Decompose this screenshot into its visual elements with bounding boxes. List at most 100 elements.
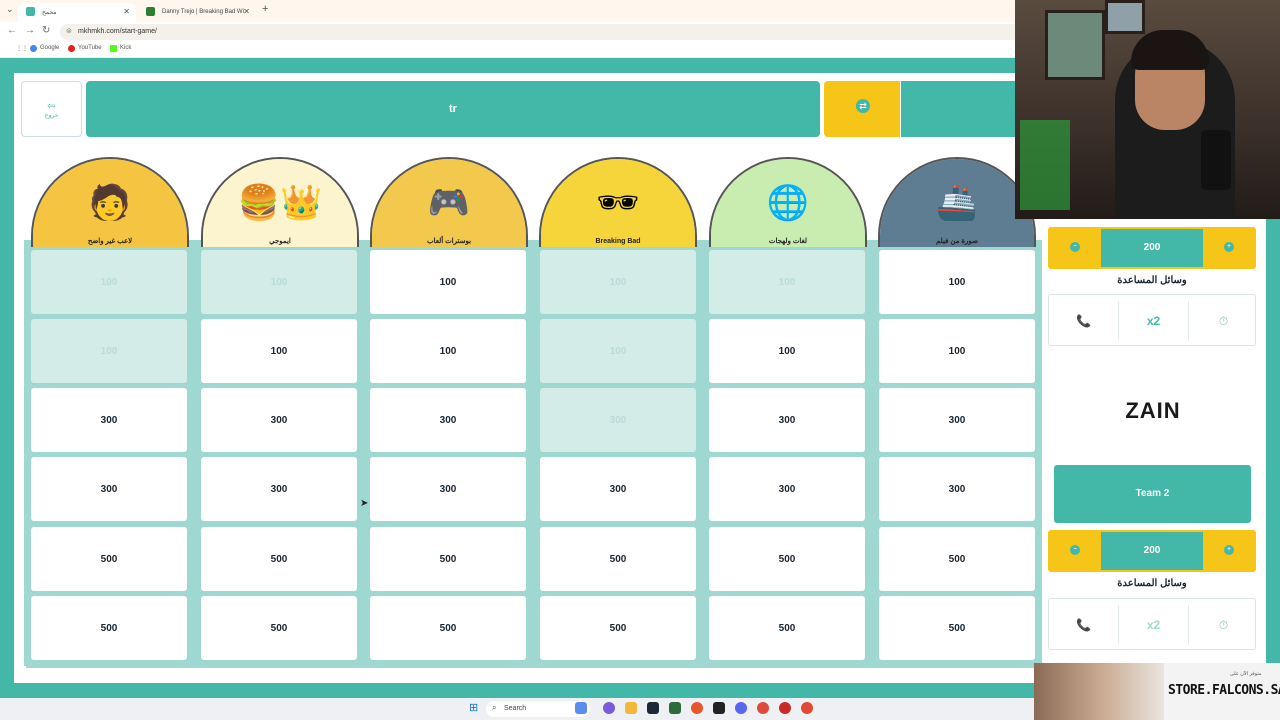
current-team-bar: tr bbox=[86, 81, 820, 137]
close-icon[interactable]: ✕ bbox=[123, 7, 130, 16]
team2-header: Team 2 bbox=[1054, 465, 1251, 523]
file-explorer-icon[interactable] bbox=[625, 702, 637, 714]
bookmark-google[interactable]: Google bbox=[30, 45, 59, 52]
plus-icon[interactable]: + bbox=[1224, 242, 1234, 252]
question-cell[interactable]: 500 bbox=[879, 527, 1035, 591]
question-cell[interactable]: 100 bbox=[201, 319, 357, 383]
question-cell: 100 bbox=[31, 250, 187, 314]
question-cell[interactable]: 500 bbox=[879, 596, 1035, 660]
question-cell[interactable]: 300 bbox=[370, 388, 526, 452]
turn-switch-button[interactable]: ⇄ bbox=[824, 81, 900, 137]
question-cell[interactable]: 300 bbox=[709, 457, 865, 521]
wall-frame bbox=[1105, 0, 1145, 34]
new-tab-icon[interactable]: + bbox=[262, 3, 268, 15]
question-cell[interactable]: 100 bbox=[370, 250, 526, 314]
question-cell[interactable]: 300 bbox=[879, 457, 1035, 521]
question-cell[interactable]: 500 bbox=[201, 596, 357, 660]
chrome-icon[interactable] bbox=[757, 702, 769, 714]
question-cell[interactable]: 300 bbox=[31, 457, 187, 521]
windows-start-icon[interactable]: ⊞ bbox=[469, 702, 481, 714]
double-points-aid[interactable]: x2 bbox=[1119, 307, 1188, 335]
question-cell[interactable]: 300 bbox=[370, 457, 526, 521]
app-icon[interactable] bbox=[669, 702, 681, 714]
question-cell[interactable]: 500 bbox=[540, 527, 696, 591]
question-cell[interactable]: 500 bbox=[370, 527, 526, 591]
question-cell[interactable]: 100 bbox=[879, 250, 1035, 314]
forward-icon[interactable]: → bbox=[25, 25, 35, 36]
bookmarks-apps-icon[interactable]: ⋮⋮ bbox=[6, 45, 28, 52]
firefox-icon[interactable] bbox=[691, 702, 703, 714]
steam-icon[interactable] bbox=[647, 702, 659, 714]
question-cell[interactable]: 500 bbox=[201, 527, 357, 591]
promo-brand: STORE.FALCONS.SA bbox=[1168, 683, 1280, 698]
question-cell: 100 bbox=[201, 250, 357, 314]
double-points-aid[interactable]: x2 bbox=[1119, 611, 1188, 639]
phone-icon[interactable]: 📞 bbox=[1049, 611, 1118, 639]
url-text: mkhmkh.com/start-game/ bbox=[78, 28, 157, 35]
reload-icon[interactable]: ↻ bbox=[42, 25, 50, 36]
category-header-1: 🧑 لاعب غير واضح bbox=[31, 157, 189, 247]
site-favicon-icon bbox=[146, 7, 155, 16]
google-icon bbox=[30, 45, 37, 52]
question-cell[interactable]: 300 bbox=[31, 388, 187, 452]
tab-inactive[interactable]: Danny Trejo | Breaking Bad Wi ✕ bbox=[138, 3, 256, 22]
taskview-icon[interactable] bbox=[575, 702, 587, 714]
current-team-name: tr bbox=[449, 103, 457, 115]
minus-icon[interactable]: − bbox=[1070, 242, 1080, 252]
question-cell[interactable]: 100 bbox=[370, 319, 526, 383]
question-cell[interactable]: 100 bbox=[879, 319, 1035, 383]
minus-icon[interactable]: − bbox=[1070, 545, 1080, 555]
app-icon[interactable] bbox=[779, 702, 791, 714]
team2-help-aids: 📞 x2 ⏱ bbox=[1048, 598, 1256, 650]
question-cell[interactable]: 500 bbox=[709, 527, 865, 591]
obs-icon[interactable] bbox=[713, 702, 725, 714]
category-header-6: 🚢 صورة من فيلم bbox=[878, 157, 1036, 247]
close-icon[interactable]: ✕ bbox=[243, 7, 250, 16]
question-cell[interactable]: 300 bbox=[540, 457, 696, 521]
clock-icon[interactable]: ⏱ bbox=[1189, 307, 1258, 335]
question-cell[interactable]: 500 bbox=[370, 596, 526, 660]
chrome-icon[interactable] bbox=[801, 702, 813, 714]
site-favicon-icon bbox=[26, 7, 35, 16]
question-cell: 100 bbox=[540, 319, 696, 383]
question-cell[interactable]: 300 bbox=[201, 388, 357, 452]
team2-score: 200 bbox=[1101, 532, 1203, 570]
question-cell[interactable]: 500 bbox=[709, 596, 865, 660]
question-cell[interactable]: 300 bbox=[709, 388, 865, 452]
game-poster-icon: 🎮 bbox=[372, 159, 526, 247]
category-name: ايموجي bbox=[269, 238, 291, 245]
tab-search-icon[interactable]: ⌄ bbox=[6, 4, 14, 15]
search-icon: ⌕ bbox=[492, 703, 497, 712]
site-info-icon[interactable]: ⊜ bbox=[66, 27, 72, 35]
exit-button[interactable]: ⇦ خروج bbox=[21, 81, 82, 137]
bookmark-youtube[interactable]: YouTube bbox=[68, 45, 102, 52]
discord-icon[interactable] bbox=[735, 702, 747, 714]
question-cell[interactable]: 300 bbox=[201, 457, 357, 521]
team1-help-aids: 📞 x2 ⏱ bbox=[1048, 294, 1256, 346]
address-bar[interactable]: ⊜ mkhmkh.com/start-game/ bbox=[60, 24, 1020, 40]
board-bottom-edge bbox=[26, 662, 1038, 668]
tab-active[interactable]: مخمخ ✕ bbox=[18, 3, 136, 22]
category-name: Breaking Bad bbox=[595, 238, 641, 245]
bookmark-kick[interactable]: Kick bbox=[110, 45, 131, 52]
promo-banner: متوفر الآن على STORE.FALCONS.SA bbox=[1034, 663, 1280, 720]
clock-icon[interactable]: ⏱ bbox=[1189, 611, 1258, 639]
sunglasses-icon: 🕶 bbox=[541, 159, 695, 247]
back-icon[interactable]: ← bbox=[7, 25, 17, 36]
category-header-4: 🕶 Breaking Bad bbox=[539, 157, 697, 247]
team1-score-bar: − 200 + bbox=[1048, 227, 1256, 269]
question-cell: 100 bbox=[540, 250, 696, 314]
team2-help-label: وسائل المساعدة bbox=[1117, 578, 1187, 589]
question-cell[interactable]: 500 bbox=[31, 527, 187, 591]
question-cell: 300 bbox=[540, 388, 696, 452]
question-cell[interactable]: 300 bbox=[879, 388, 1035, 452]
phone-icon[interactable]: 📞 bbox=[1049, 307, 1118, 335]
copilot-icon[interactable] bbox=[603, 702, 615, 714]
category-name: صورة من فيلم bbox=[935, 238, 978, 245]
question-cell[interactable]: 100 bbox=[709, 319, 865, 383]
question-cell[interactable]: 500 bbox=[540, 596, 696, 660]
plus-icon[interactable]: + bbox=[1224, 545, 1234, 555]
question-cell[interactable]: 500 bbox=[31, 596, 187, 660]
promo-photo bbox=[1034, 663, 1164, 720]
webcam-overlay bbox=[1015, 0, 1280, 219]
